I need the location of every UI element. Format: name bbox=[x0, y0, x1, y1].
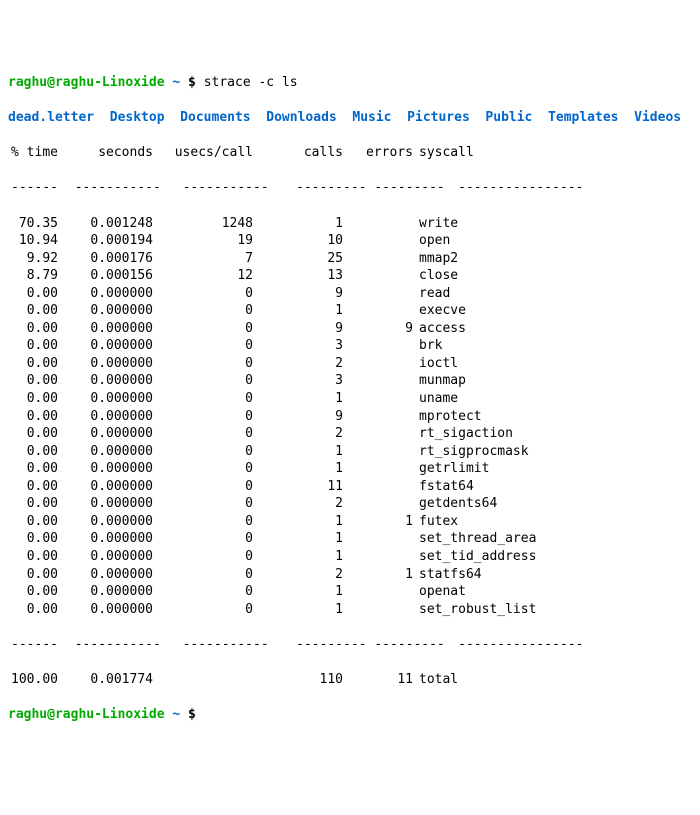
table-row: 0.000.00000009mprotect bbox=[8, 408, 692, 426]
table-row: 0.000.00000002rt_sigaction bbox=[8, 425, 692, 443]
table-row: 8.790.0001561213close bbox=[8, 267, 692, 285]
prompt-user-host: raghu@raghu-Linoxide bbox=[8, 75, 165, 90]
table-row: 0.000.00000001openat bbox=[8, 583, 692, 601]
table-row: 0.000.00000009read bbox=[8, 285, 692, 303]
table-separator-top: ------ ----------- ----------- ---------… bbox=[8, 179, 692, 197]
prompt-line-2[interactable]: raghu@raghu-Linoxide ~ $ bbox=[8, 706, 692, 724]
table-row: 10.940.0001941910open bbox=[8, 232, 692, 250]
table-row: 0.000.00000001set_thread_area bbox=[8, 530, 692, 548]
ls-output-line: dead.letter Desktop Documents Downloads … bbox=[8, 109, 692, 127]
prompt-cwd: ~ bbox=[172, 75, 180, 90]
table-row: 0.000.00000001uname bbox=[8, 390, 692, 408]
table-row: 0.000.00000001set_tid_address bbox=[8, 548, 692, 566]
table-row: 0.000.00000003munmap bbox=[8, 372, 692, 390]
table-row: 0.000.000000011futex bbox=[8, 513, 692, 531]
prompt-line-1[interactable]: raghu@raghu-Linoxide ~ $ strace -c ls bbox=[8, 74, 692, 92]
table-row: 0.000.000000099access bbox=[8, 320, 692, 338]
table-row: 0.000.000000011fstat64 bbox=[8, 478, 692, 496]
prompt-dollar: $ bbox=[188, 707, 196, 722]
table-row: 0.000.00000002getdents64 bbox=[8, 495, 692, 513]
table-separator-bottom: ------ ----------- ----------- ---------… bbox=[8, 636, 692, 654]
table-total-row: 100.000.00177411011total bbox=[8, 671, 692, 689]
prompt-cwd: ~ bbox=[172, 707, 180, 722]
table-row: 0.000.00000001execve bbox=[8, 302, 692, 320]
table-row: 9.920.000176725mmap2 bbox=[8, 250, 692, 268]
table-header: % timesecondsusecs/callcallserrorssyscal… bbox=[8, 144, 692, 162]
table-row: 0.000.00000001rt_sigprocmask bbox=[8, 443, 692, 461]
prompt-dollar: $ bbox=[188, 75, 196, 90]
table-row: 0.000.00000001set_robust_list bbox=[8, 601, 692, 619]
table-row: 70.350.00124812481write bbox=[8, 215, 692, 233]
table-row: 0.000.000000021statfs64 bbox=[8, 566, 692, 584]
prompt-user-host: raghu@raghu-Linoxide bbox=[8, 707, 165, 722]
table-row: 0.000.00000003brk bbox=[8, 337, 692, 355]
table-row: 0.000.00000002ioctl bbox=[8, 355, 692, 373]
table-row: 0.000.00000001getrlimit bbox=[8, 460, 692, 478]
command-text: strace -c ls bbox=[204, 75, 298, 90]
